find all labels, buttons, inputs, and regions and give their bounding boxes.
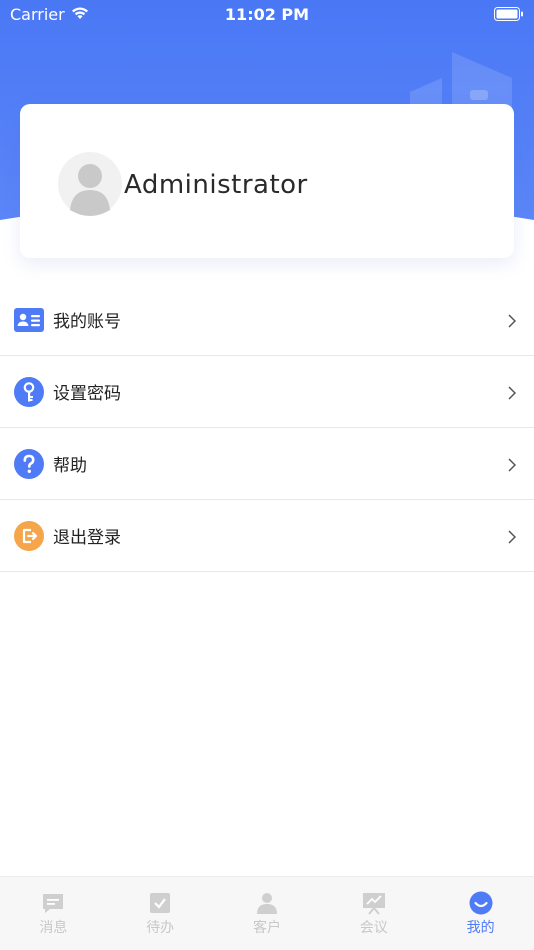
tab-messages[interactable]: 消息 [0, 877, 107, 950]
avatar[interactable] [58, 152, 122, 216]
status-bar: Carrier 11:02 PM [0, 0, 534, 28]
chevron-right-icon [508, 457, 517, 472]
menu-item-label: 退出登录 [53, 528, 121, 548]
tab-label: 我的 [466, 920, 495, 936]
profile-card[interactable]: Administrator [20, 104, 514, 258]
tab-label: 消息 [39, 920, 68, 936]
key-icon [14, 377, 44, 407]
tab-mine[interactable]: 我的 [427, 877, 534, 950]
tab-label: 待办 [146, 920, 175, 936]
status-time: 11:02 PM [224, 5, 310, 24]
user-placeholder-icon [58, 152, 122, 216]
help-icon [14, 449, 44, 479]
battery-icon [494, 6, 524, 25]
tab-todo[interactable]: 待办 [107, 877, 214, 950]
message-icon [41, 891, 65, 915]
settings-menu: 我的账号 设置密码 帮助 退出登录 [0, 284, 534, 572]
menu-item-label: 设置密码 [53, 384, 121, 404]
customer-icon [255, 891, 279, 915]
menu-item-logout[interactable]: 退出登录 [0, 500, 534, 572]
menu-item-help[interactable]: 帮助 [0, 428, 534, 500]
chevron-right-icon [508, 529, 517, 544]
tab-label: 会议 [359, 920, 388, 936]
tab-meetings[interactable]: 会议 [320, 877, 427, 950]
mine-icon [469, 891, 493, 915]
menu-item-label: 帮助 [53, 456, 87, 476]
tab-label: 客户 [252, 920, 281, 936]
logout-icon [14, 521, 44, 551]
menu-item-my-account[interactable]: 我的账号 [0, 284, 534, 356]
menu-item-label: 我的账号 [53, 312, 121, 332]
menu-item-set-password[interactable]: 设置密码 [0, 356, 534, 428]
chevron-right-icon [508, 385, 517, 400]
tab-customers[interactable]: 客户 [214, 877, 321, 950]
meeting-icon [362, 891, 386, 915]
profile-name: Administrator [124, 170, 308, 200]
chevron-right-icon [508, 313, 517, 328]
tab-bar: 消息 待办 客户 会议 我的 [0, 876, 534, 950]
id-card-icon [14, 305, 44, 335]
todo-icon [148, 891, 172, 915]
